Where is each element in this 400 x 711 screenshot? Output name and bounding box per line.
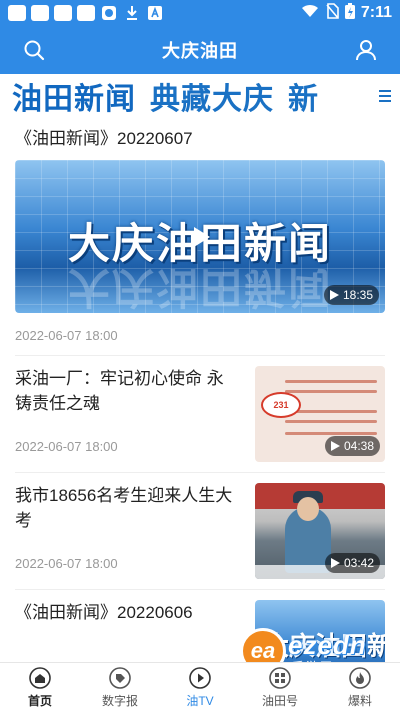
app-header: 大庆油田 (0, 26, 400, 74)
tag-icon (108, 666, 132, 690)
nav-label: 油田号 (261, 693, 298, 708)
video-duration-badge: 04:38 (324, 436, 380, 456)
news-list-item[interactable]: 《油田新闻》20220606 大庆油田新 (0, 590, 400, 662)
video-thumbnail[interactable]: 大庆油田新 (255, 600, 385, 662)
user-profile-button[interactable] (352, 36, 380, 64)
thumbnail-line (285, 380, 377, 383)
news-date: 2022-06-07 18:00 (15, 328, 118, 343)
news-title[interactable]: 《油田新闻》20220607 (15, 126, 385, 152)
news-date: 2022-06-07 18:00 (15, 556, 118, 571)
tab-oilfield-news[interactable]: 油田新闻 (12, 74, 136, 118)
video-thumbnail[interactable]: 大庆油田新闻 大庆油田新闻 18:35 (15, 160, 385, 313)
news-title[interactable]: 采油一厂：牢记初心使命 永铸责任之魂 (15, 366, 240, 416)
tab-classic-daqing[interactable]: 典藏大庆 (150, 74, 274, 118)
news-date: 2022-06-07 18:00 (15, 439, 118, 454)
nav-oil-tv[interactable]: 油TV (160, 663, 240, 711)
play-small-icon (329, 290, 339, 300)
thumbnail-badge: 231 (261, 392, 301, 418)
featured-news-item[interactable]: 《油田新闻》20220607 大庆油田新闻 大庆油田新闻 18:35 2022-… (0, 126, 400, 345)
download-icon (123, 5, 141, 21)
notification-square-icon (54, 5, 72, 21)
video-thumbnail[interactable]: 231 04:38 (255, 366, 385, 462)
video-duration: 03:42 (343, 556, 374, 570)
video-duration: 04:38 (343, 439, 374, 453)
battery-charging-icon (344, 3, 355, 23)
channel-menu-button[interactable] (370, 74, 400, 118)
bottom-navigation: 首页 数字报 油TV 油田号 爆料 (0, 662, 400, 711)
news-text: 采油一厂：牢记初心使命 永铸责任之魂 (15, 366, 240, 416)
page-title: 大庆油田 (162, 41, 238, 61)
search-button[interactable] (20, 36, 48, 64)
status-time: 7:11 (360, 4, 392, 21)
nav-oilfield-account[interactable]: 油田号 (240, 663, 320, 711)
news-title[interactable]: 我市18656名考生迎来人生大考 (15, 483, 240, 533)
channel-tab-bar: 油田新闻 典藏大庆 新 (0, 74, 400, 118)
channel-tabs: 油田新闻 典藏大庆 新 (0, 74, 319, 118)
play-circle-icon (188, 666, 212, 690)
news-feed[interactable]: 《油田新闻》20220607 大庆油田新闻 大庆油田新闻 18:35 2022-… (0, 118, 400, 662)
news-text: 《油田新闻》20220606 (15, 600, 240, 625)
video-thumbnail[interactable]: 03:42 (255, 483, 385, 579)
nav-home[interactable]: 首页 (0, 663, 80, 711)
thumbnail-line (285, 420, 377, 423)
video-duration-badge: 18:35 (323, 285, 379, 305)
thumbnail-logo-text: 大庆油田新 (263, 631, 385, 661)
menu-icon (379, 90, 391, 102)
no-sim-icon (325, 3, 339, 23)
play-small-icon (330, 558, 340, 568)
notification-square-icon (8, 5, 26, 21)
wifi-icon (301, 4, 319, 22)
nav-label: 首页 (27, 693, 52, 708)
play-small-icon (330, 441, 340, 451)
grid-icon (268, 666, 292, 690)
thumbnail-line (285, 432, 377, 435)
nav-label: 油TV (186, 693, 214, 708)
news-list-item[interactable]: 我市18656名考生迎来人生大考 2022-06-07 18:00 03:42 (0, 473, 400, 589)
thumbnail-face (297, 497, 319, 521)
notification-square-icon (31, 5, 49, 21)
video-duration-badge: 03:42 (324, 553, 380, 573)
user-icon (356, 40, 376, 61)
home-icon (28, 666, 52, 690)
status-bar: 7:11 (0, 0, 400, 26)
news-title[interactable]: 《油田新闻》20220606 (15, 600, 240, 625)
nav-digital-paper[interactable]: 数字报 (80, 663, 160, 711)
status-left-icons (8, 5, 164, 21)
news-list-item[interactable]: 采油一厂：牢记初心使命 永铸责任之魂 2022-06-07 18:00 231 … (0, 356, 400, 472)
play-icon[interactable] (185, 222, 215, 252)
app-badge-icon (100, 5, 118, 21)
status-right-icons: 7:11 (301, 3, 392, 23)
flame-icon (348, 666, 372, 690)
news-text: 我市18656名考生迎来人生大考 (15, 483, 240, 533)
video-duration: 18:35 (342, 288, 373, 302)
tab-new[interactable]: 新 (288, 74, 319, 118)
thumbnail-line (285, 390, 377, 393)
nav-label: 数字报 (101, 693, 138, 708)
font-icon (146, 5, 164, 21)
nav-tip-off[interactable]: 爆料 (320, 663, 400, 711)
nav-label: 爆料 (347, 693, 372, 708)
search-icon (24, 40, 45, 61)
notification-square-icon (77, 5, 95, 21)
